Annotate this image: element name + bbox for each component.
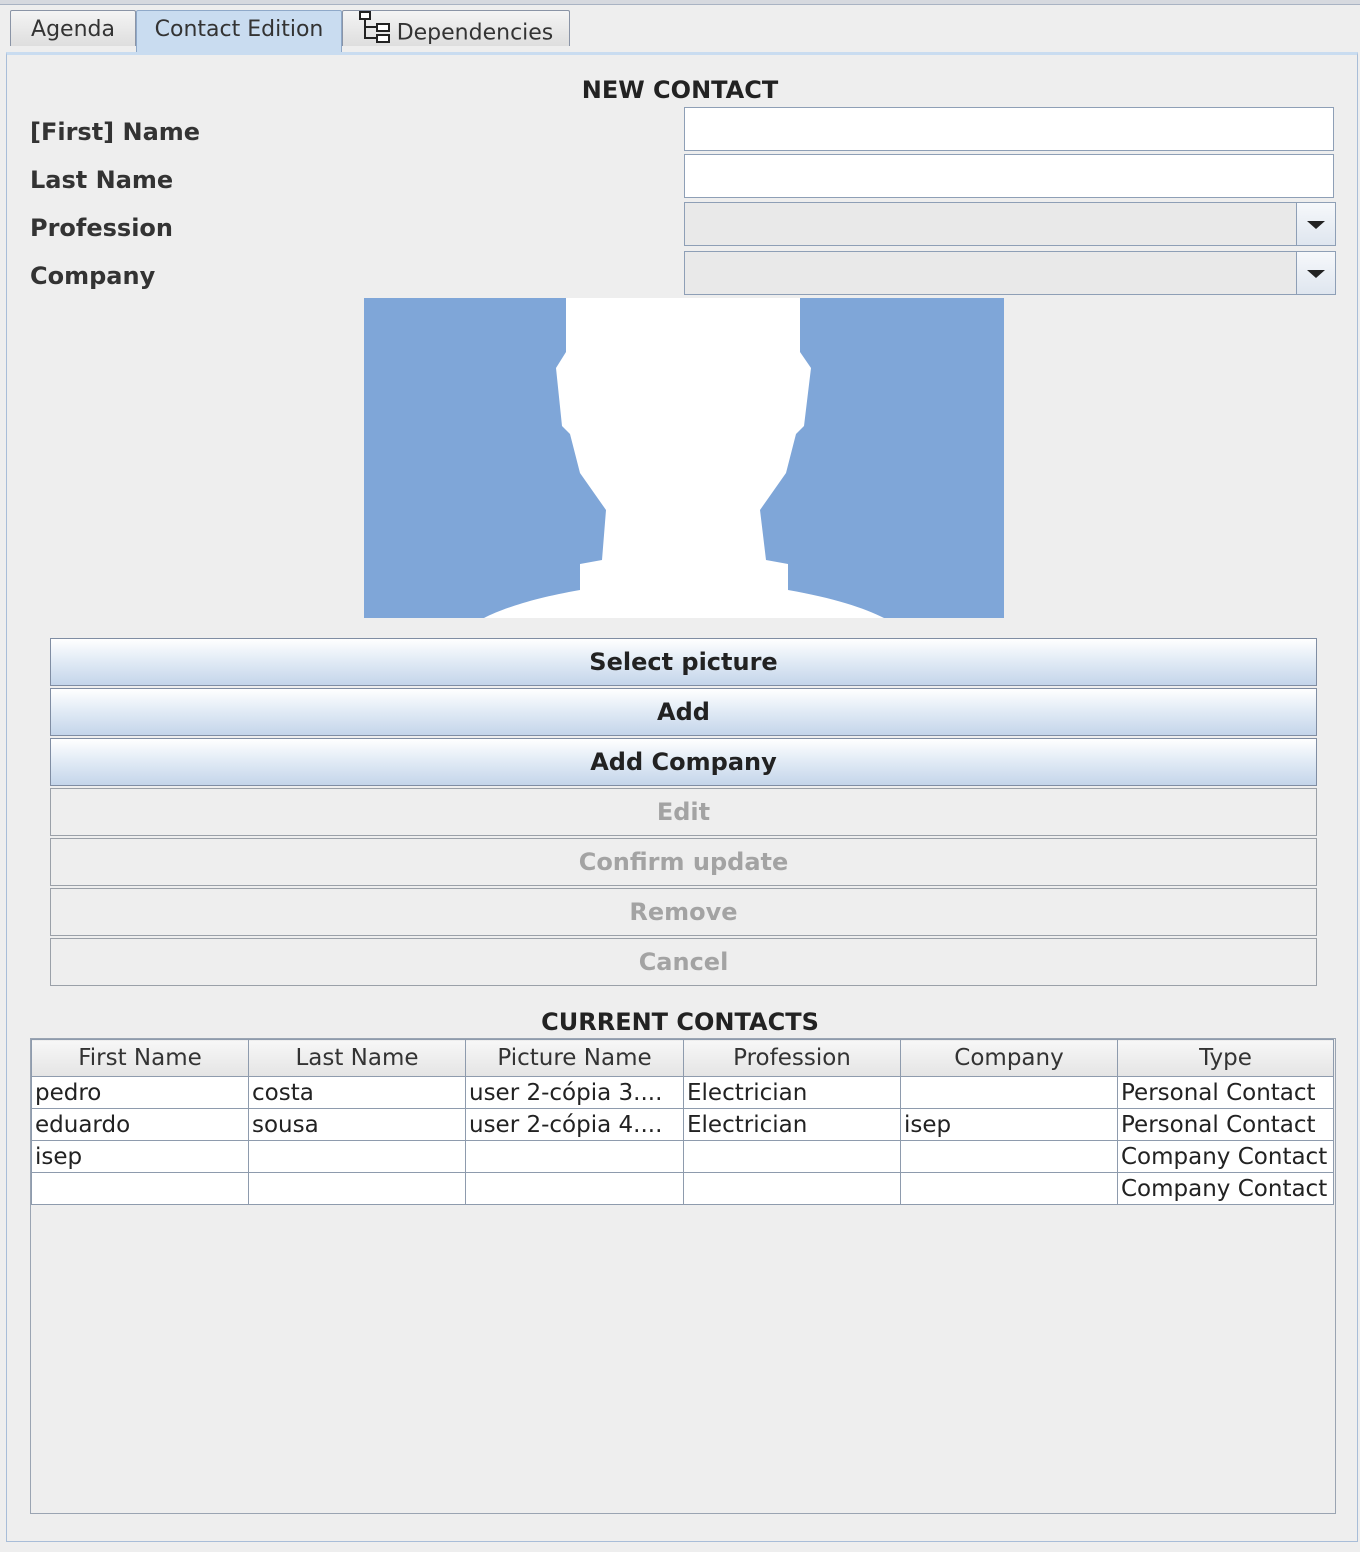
add-company-button[interactable]: Add Company bbox=[50, 738, 1317, 786]
tab-dependencies[interactable]: Dependencies bbox=[342, 10, 570, 46]
user-silhouette-icon bbox=[364, 298, 1004, 618]
tab-bar: Agenda Contact Edition Dependencies bbox=[8, 10, 1358, 52]
chevron-down-icon[interactable] bbox=[1296, 252, 1335, 294]
column-header-picture-name[interactable]: Picture Name bbox=[465, 1039, 684, 1077]
table-cell[interactable]: Electrician bbox=[683, 1108, 901, 1141]
profession-label: Profession bbox=[30, 214, 174, 242]
table-cell[interactable]: isep bbox=[900, 1108, 1118, 1141]
contact-picture bbox=[364, 298, 1004, 618]
last-name-field[interactable] bbox=[684, 154, 1334, 198]
table-row[interactable]: eduardo sousa user 2-cópia 4.... Electri… bbox=[31, 1108, 1334, 1141]
table-cell[interactable]: sousa bbox=[248, 1108, 466, 1141]
current-contacts-title: CURRENT CONTACTS bbox=[541, 1008, 819, 1036]
remove-button[interactable]: Remove bbox=[50, 888, 1317, 936]
table-cell[interactable]: Personal Contact bbox=[1117, 1076, 1334, 1109]
table-cell[interactable] bbox=[248, 1140, 466, 1173]
hierarchy-icon bbox=[358, 11, 391, 56]
tab-label: Agenda bbox=[31, 17, 115, 42]
add-button[interactable]: Add bbox=[50, 688, 1317, 736]
table-row[interactable]: isep Company Contact bbox=[31, 1140, 1334, 1173]
contacts-table-container: First Name Last Name Picture Name Profes… bbox=[30, 1038, 1336, 1514]
table-header-row: First Name Last Name Picture Name Profes… bbox=[31, 1039, 1334, 1077]
table-cell[interactable]: Company Contact bbox=[1117, 1172, 1334, 1205]
company-label: Company bbox=[30, 262, 156, 290]
last-name-label: Last Name bbox=[30, 166, 174, 194]
table-cell[interactable] bbox=[683, 1140, 901, 1173]
column-header-company[interactable]: Company bbox=[900, 1039, 1118, 1077]
cancel-button[interactable]: Cancel bbox=[50, 938, 1317, 986]
column-header-first-name[interactable]: First Name bbox=[31, 1039, 249, 1077]
table-cell[interactable]: user 2-cópia 3.... bbox=[465, 1076, 684, 1109]
table-cell[interactable] bbox=[248, 1172, 466, 1205]
table-cell[interactable]: isep bbox=[31, 1140, 249, 1173]
new-contact-title: NEW CONTACT bbox=[581, 76, 779, 104]
table-cell[interactable]: costa bbox=[248, 1076, 466, 1109]
table-row[interactable]: Company Contact bbox=[31, 1172, 1334, 1205]
table-cell[interactable]: pedro bbox=[31, 1076, 249, 1109]
window-top-border bbox=[0, 0, 1360, 5]
profession-dropdown[interactable] bbox=[684, 202, 1336, 246]
table-cell[interactable] bbox=[683, 1172, 901, 1205]
table-cell[interactable]: user 2-cópia 4.... bbox=[465, 1108, 684, 1141]
table-cell[interactable] bbox=[31, 1172, 249, 1205]
contacts-table: First Name Last Name Picture Name Profes… bbox=[31, 1039, 1334, 1205]
edit-button[interactable]: Edit bbox=[50, 788, 1317, 836]
table-cell[interactable] bbox=[465, 1140, 684, 1173]
company-dropdown[interactable] bbox=[684, 251, 1336, 295]
confirm-update-button[interactable]: Confirm update bbox=[50, 838, 1317, 886]
table-cell[interactable] bbox=[900, 1140, 1118, 1173]
tab-label: Contact Edition bbox=[154, 17, 324, 42]
table-cell[interactable]: eduardo bbox=[31, 1108, 249, 1141]
select-picture-button[interactable]: Select picture bbox=[50, 638, 1317, 686]
table-cell[interactable]: Electrician bbox=[683, 1076, 901, 1109]
table-cell[interactable] bbox=[900, 1172, 1118, 1205]
column-header-type[interactable]: Type bbox=[1117, 1039, 1334, 1077]
table-cell[interactable]: Personal Contact bbox=[1117, 1108, 1334, 1141]
tab-label: Dependencies bbox=[396, 20, 554, 46]
column-header-last-name[interactable]: Last Name bbox=[248, 1039, 466, 1077]
column-header-profession[interactable]: Profession bbox=[683, 1039, 901, 1077]
tab-agenda[interactable]: Agenda bbox=[10, 10, 136, 46]
first-name-field[interactable] bbox=[684, 107, 1334, 151]
table-cell[interactable]: Company Contact bbox=[1117, 1140, 1334, 1173]
first-name-label: [First] Name bbox=[30, 118, 201, 146]
table-row[interactable]: pedro costa user 2-cópia 3.... Electrici… bbox=[31, 1076, 1334, 1109]
tab-contact-edition[interactable]: Contact Edition bbox=[136, 10, 342, 52]
chevron-down-icon[interactable] bbox=[1296, 203, 1335, 245]
table-cell[interactable] bbox=[900, 1076, 1118, 1109]
table-cell[interactable] bbox=[465, 1172, 684, 1205]
